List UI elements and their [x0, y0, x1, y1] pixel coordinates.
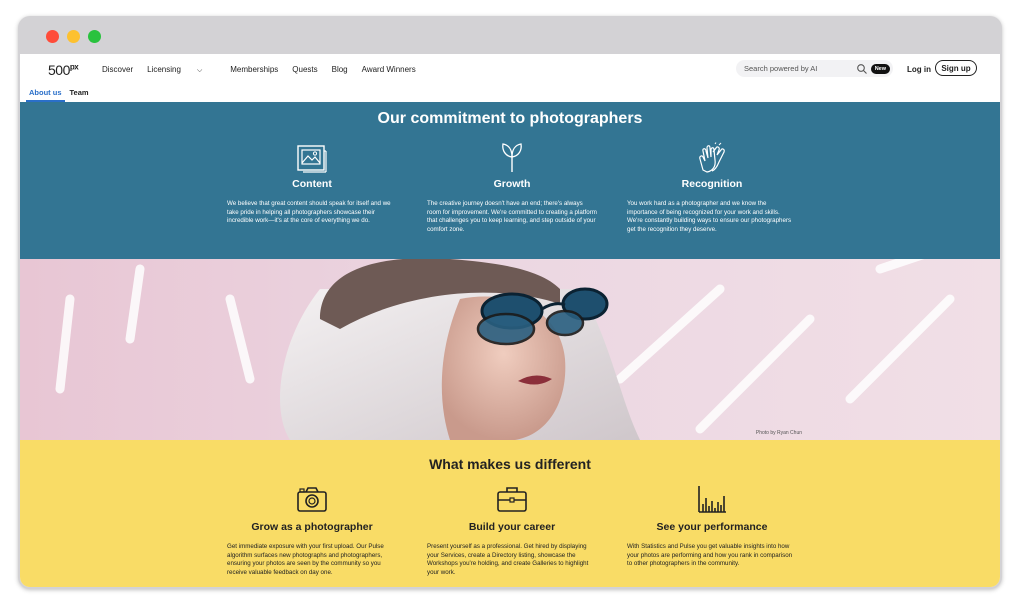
minimize-window-button[interactable]: [67, 30, 80, 43]
nav-link-licensing-label: Licensing: [147, 65, 181, 74]
commitment-item-recognition: Recognition You work hard as a photograp…: [627, 142, 797, 234]
different-item-career: Build your career Present yourself as a …: [427, 484, 597, 577]
different-item-title: See your performance: [656, 521, 768, 533]
sprout-icon: [502, 143, 522, 172]
tab-about-us[interactable]: About us: [26, 88, 65, 102]
search-icon[interactable]: [856, 63, 868, 75]
different-item-grow: Grow as a photographer Get immediate exp…: [227, 484, 397, 577]
commitment-title: Our commitment to photographers: [377, 110, 643, 127]
nav-link-memberships[interactable]: Memberships: [230, 65, 278, 75]
commitment-item-title: Content: [292, 178, 332, 190]
commitment-item-text: We believe that great content should spe…: [227, 200, 391, 225]
sub-tabs: About us Team: [26, 88, 94, 102]
top-nav: 500px Discover Licensing ⌵ Memberships Qu…: [20, 54, 1000, 86]
different-item-title: Grow as a photographer: [251, 521, 373, 533]
commitment-item-content: Content We believe that great content sh…: [227, 142, 397, 226]
nav-links: Discover Licensing ⌵ Memberships Quests B…: [102, 65, 430, 75]
search-placeholder: Search powered by AI: [744, 64, 818, 73]
close-window-button[interactable]: [46, 30, 59, 43]
different-item-text: Get immediate exposure with your first u…: [227, 543, 384, 576]
clapping-hands-icon: [699, 142, 725, 173]
logo-sup: px: [69, 62, 79, 72]
commitment-item-title: Recognition: [681, 178, 743, 190]
new-badge: New: [870, 63, 890, 74]
camera-icon: [297, 487, 327, 512]
nav-link-award-winners[interactable]: Award Winners: [362, 65, 416, 75]
different-item-text: With Statistics and Pulse you get valuab…: [627, 543, 793, 568]
commitment-item-growth: Growth The creative journey doesn't have…: [427, 142, 597, 234]
bar-chart-icon: [698, 486, 726, 513]
signup-button[interactable]: Sign up: [935, 60, 977, 76]
different-item-title: Build your career: [468, 521, 556, 533]
commitment-section: Our commitment to photographers Content …: [20, 102, 1000, 259]
briefcase-icon: [497, 487, 527, 512]
different-item-text: Present yourself as a professional. Get …: [427, 543, 589, 576]
nav-link-blog[interactable]: Blog: [332, 65, 348, 75]
hero-image: [20, 259, 1000, 440]
image-gallery-icon: [297, 145, 327, 173]
maximize-window-button[interactable]: [88, 30, 101, 43]
different-title: What makes us different: [429, 456, 591, 472]
commitment-item-text: You work hard as a photographer and we k…: [627, 200, 792, 233]
login-link[interactable]: Log in: [907, 65, 931, 74]
nav-link-quests[interactable]: Quests: [292, 65, 317, 75]
chevron-down-icon: ⌵: [196, 67, 203, 74]
logo[interactable]: 500px: [48, 62, 79, 78]
commitment-item-text: The creative journey doesn't have an end…: [427, 200, 597, 233]
nav-link-licensing[interactable]: Licensing ⌵: [147, 65, 216, 75]
tab-team[interactable]: Team: [67, 88, 92, 102]
page-content: 500px Discover Licensing ⌵ Memberships Qu…: [20, 54, 1000, 587]
hero-photo: Photo by Ryan Chun: [20, 259, 1000, 440]
logo-text: 500: [48, 62, 70, 78]
browser-window: 500px Discover Licensing ⌵ Memberships Qu…: [18, 16, 1002, 589]
different-item-performance: See your performance With Statistics and…: [627, 484, 797, 569]
photo-credit: Photo by Ryan Chun: [755, 430, 802, 436]
search-input[interactable]: Search powered by AI New: [736, 60, 893, 77]
commitment-item-title: Growth: [493, 178, 531, 190]
nav-link-discover[interactable]: Discover: [102, 65, 133, 75]
window-controls: [46, 30, 101, 43]
different-section: What makes us different Grow as a photog…: [20, 440, 1000, 587]
